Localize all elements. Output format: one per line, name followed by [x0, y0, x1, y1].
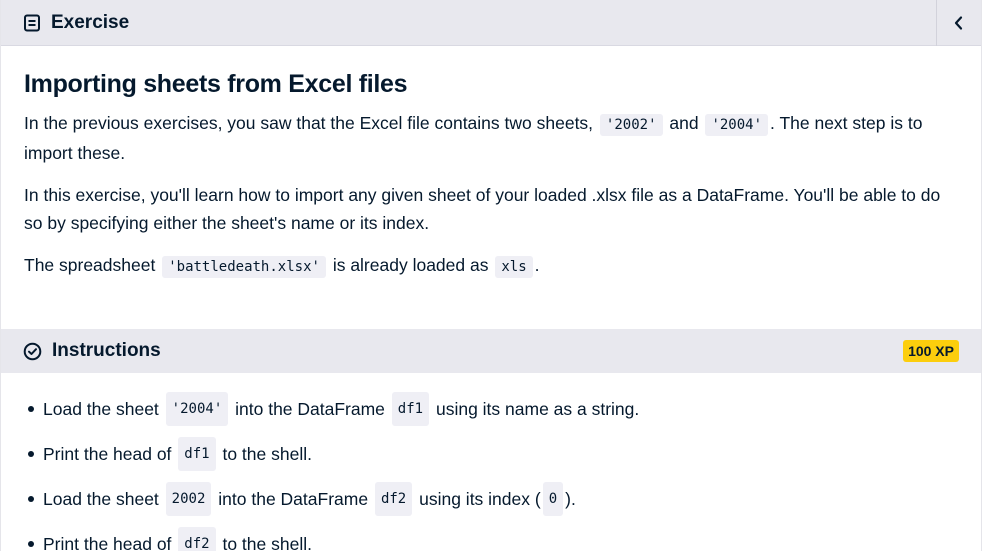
inline-code: 0 — [542, 482, 564, 516]
inline-code: df2 — [178, 527, 216, 551]
instruction-item: Load the sheet 2002 into the DataFrame d… — [24, 482, 958, 516]
paragraph-text: . — [534, 255, 540, 275]
exercise-content: Importing sheets from Excel files In the… — [1, 70, 981, 281]
inline-code: 'battledeath.xlsx' — [162, 256, 326, 278]
inline-code: df2 — [374, 482, 413, 516]
collapse-button[interactable] — [936, 0, 981, 46]
instruction-item: Load the sheet '2004' into the DataFrame… — [24, 392, 958, 426]
instructions-title: Instructions — [52, 340, 161, 361]
bullet-icon — [28, 451, 34, 457]
paragraph-text: is already loaded as — [332, 255, 489, 275]
exercise-header-left: Exercise — [1, 12, 129, 34]
bullet-icon — [28, 406, 34, 412]
bullet-icon — [28, 496, 34, 502]
exercise-title: Importing sheets from Excel files — [24, 70, 408, 98]
instructions-list: Load the sheet '2004' into the DataFrame… — [24, 392, 958, 551]
instruction-item: Print the head of df1 to the shell. — [24, 437, 958, 471]
paragraph-text: The spreadsheet — [24, 255, 156, 275]
instruction-text: into the DataFrame — [218, 489, 369, 509]
instructions-header-left: Instructions — [23, 340, 161, 362]
exercise-paragraph-3: The spreadsheet 'battledeath.xlsx' is al… — [24, 251, 958, 281]
xp-badge: 100 XP — [903, 340, 959, 362]
instruction-text: into the DataFrame — [235, 399, 385, 419]
chevron-left-icon — [953, 15, 965, 31]
exercise-panel: Exercise Importing sheets from Excel fil… — [0, 0, 982, 551]
inline-code: 2002 — [165, 482, 212, 516]
instruction-text: Print the head of — [43, 444, 172, 464]
check-circle-icon — [23, 342, 42, 361]
paragraph-text: and — [669, 113, 699, 133]
instruction-text: using its index ( — [419, 489, 541, 509]
instruction-text: to the shell. — [222, 444, 312, 464]
document-icon — [23, 14, 41, 32]
inline-code: '2004' — [705, 114, 769, 136]
exercise-paragraph-1: In the previous exercises, you saw that … — [24, 109, 958, 167]
inline-code: xls — [495, 256, 533, 278]
instruction-text: to the shell. — [222, 534, 312, 551]
inline-code: df1 — [178, 437, 216, 471]
exercise-paragraph-2: In this exercise, you'll learn how to im… — [24, 185, 941, 233]
paragraph-text: In the previous exercises, you saw that … — [24, 113, 594, 133]
instruction-text: ). — [565, 489, 576, 509]
exercise-header: Exercise — [1, 0, 981, 46]
inline-code: df1 — [391, 392, 430, 426]
bullet-icon — [28, 541, 34, 547]
instruction-text: Load the sheet — [43, 489, 159, 509]
instructions-header: Instructions 100 XP — [1, 329, 981, 373]
instruction-text: Load the sheet — [43, 399, 159, 419]
inline-code: '2004' — [165, 392, 229, 426]
instruction-item: Print the head of df2 to the shell. — [24, 527, 958, 551]
instruction-text: using its name as a string. — [435, 399, 640, 419]
instruction-text: Print the head of — [43, 534, 172, 551]
exercise-header-title: Exercise — [51, 11, 130, 33]
inline-code: '2002' — [599, 114, 663, 136]
